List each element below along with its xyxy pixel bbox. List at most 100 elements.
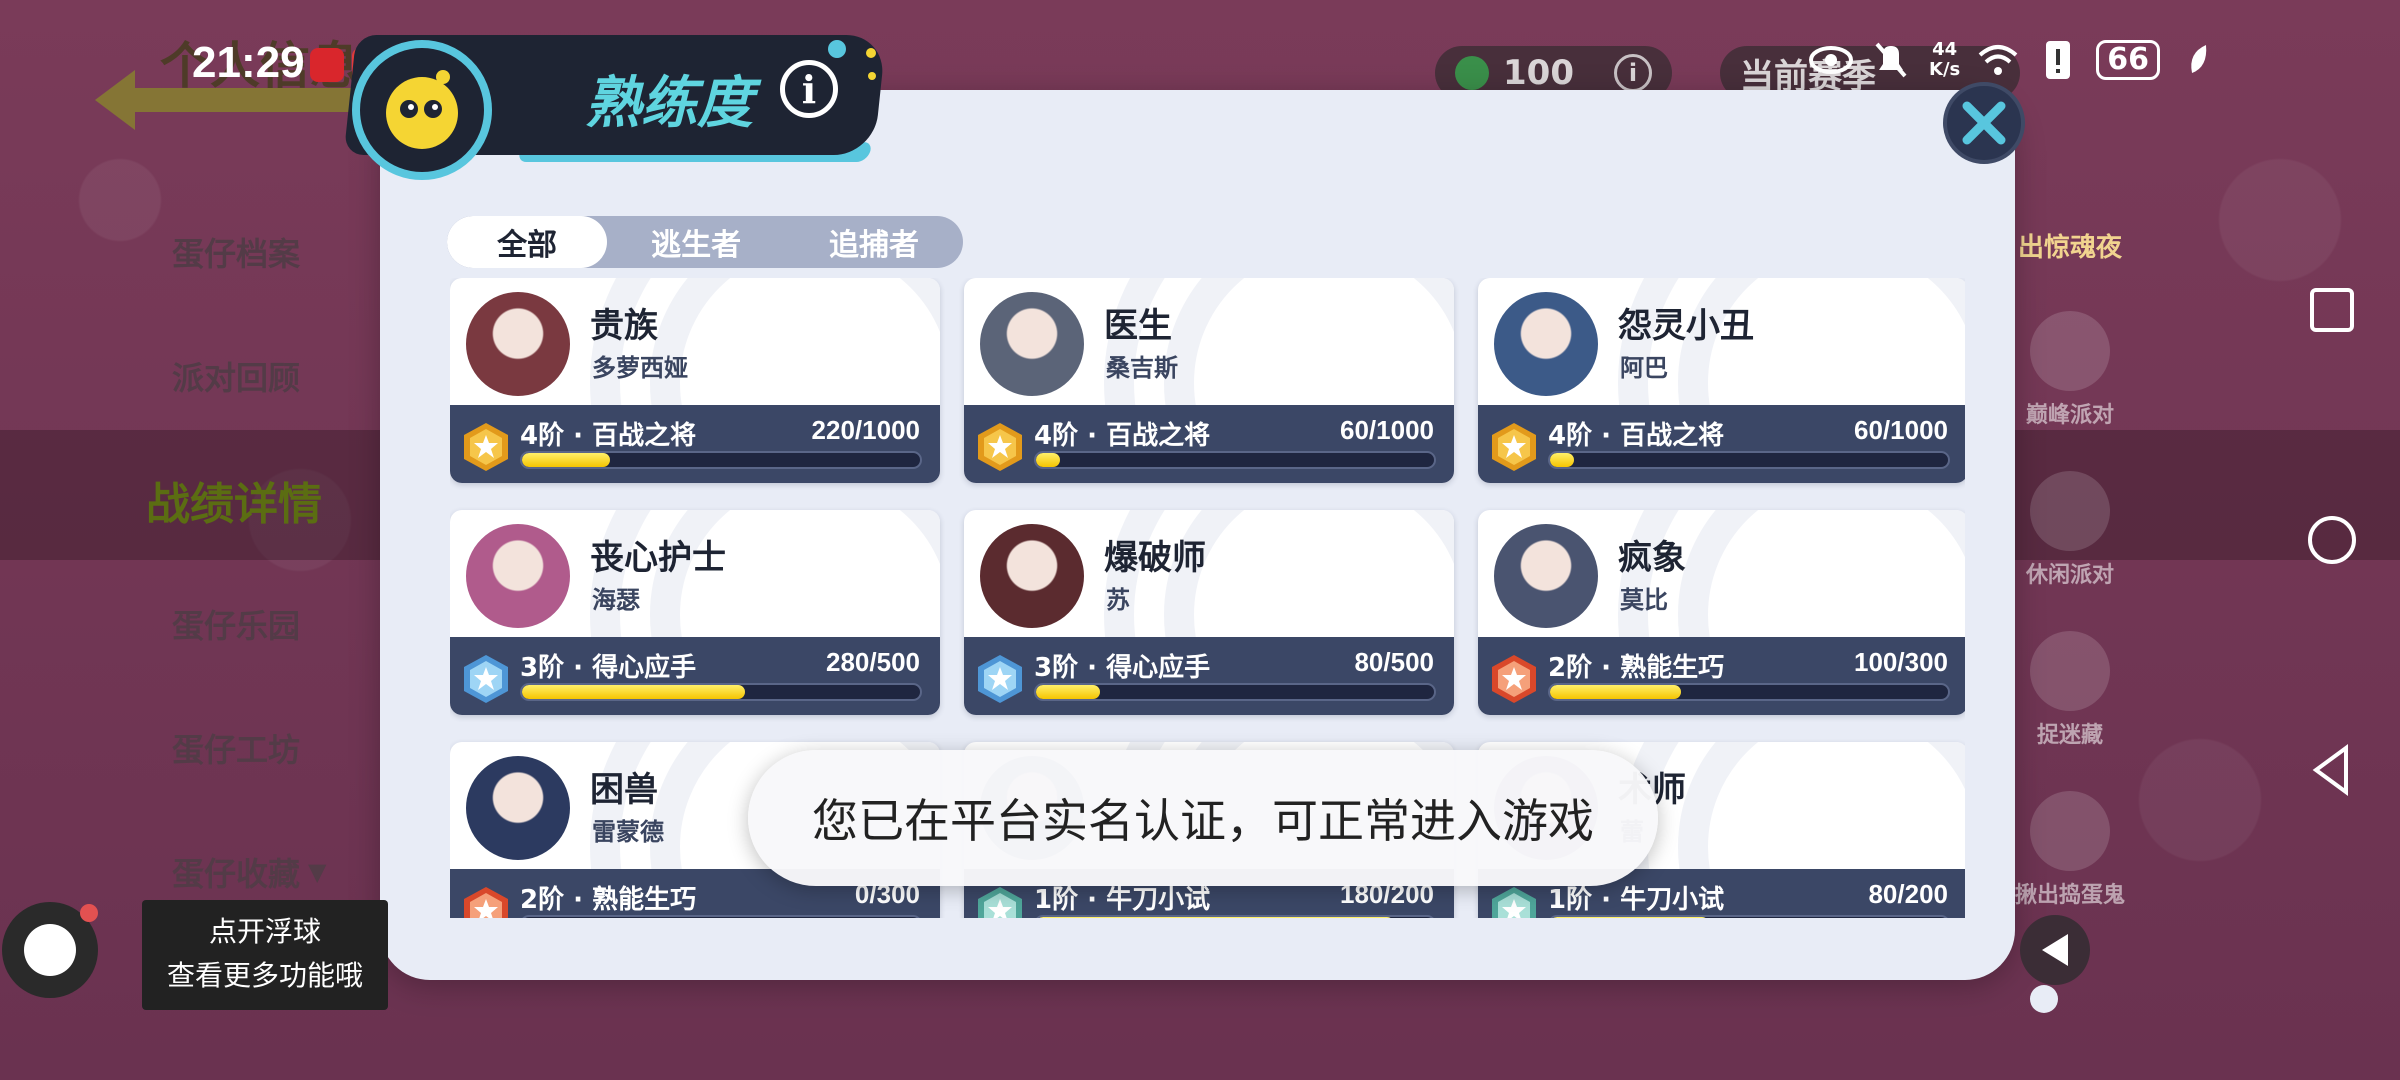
character-card[interactable]: 爆破师苏 3阶 · 得心应手 80/500: [964, 510, 1454, 715]
progress-value: 80/500: [1354, 647, 1434, 677]
tab-hunter[interactable]: 追捕者: [785, 216, 963, 268]
right-menu-item-hide-seek-label: 捉迷藏: [2036, 723, 2103, 748]
net-speed-value: 44: [1932, 39, 1958, 60]
decor-dot: [868, 72, 876, 80]
progress-value: 80/200: [1868, 879, 1948, 909]
role-filter-tabs: 全部 逃生者 追捕者: [447, 216, 963, 268]
info-icon[interactable]: i: [780, 60, 838, 118]
rank-label: 3阶 · 得心应手: [1034, 653, 1211, 683]
character-card[interactable]: 丧心护士 海瑟 3阶 · 得心应手 280/500: [450, 510, 940, 715]
side-collapse-button[interactable]: [2020, 915, 2090, 985]
left-menu-item-workshop[interactable]: 蛋仔工坊: [0, 686, 380, 810]
proficiency-logo-icon: [352, 40, 492, 180]
close-button[interactable]: [1943, 82, 2025, 164]
progress-track: [1548, 683, 1950, 701]
navigation-bar: [2280, 0, 2400, 1080]
rank-star-badge-icon: [1492, 423, 1536, 471]
character-avatar: [462, 520, 574, 632]
character-name: 疯象: [1618, 538, 1686, 578]
progress-track: [520, 451, 922, 469]
progress-fill: [1550, 685, 1682, 699]
progress-track: [1034, 683, 1436, 701]
rank-star-badge-icon: [978, 655, 1022, 703]
rank-star-badge-icon: [1492, 887, 1536, 918]
rank-star-badge-icon: [464, 887, 508, 918]
back-icon[interactable]: [2302, 740, 2362, 800]
floating-ball-icon: [24, 924, 76, 976]
progress-fill: [1036, 685, 1100, 699]
left-menu-item-profile[interactable]: 蛋仔档案: [0, 190, 380, 314]
rank-label: 3阶 · 得心应手: [520, 653, 697, 683]
character-player-name: 雷蒙德: [592, 818, 664, 846]
progress-value: 100/300: [1854, 647, 1948, 677]
character-avatar: [976, 288, 1088, 400]
character-card[interactable]: 医生 桑吉斯 4阶 · 百战之将 60/1000: [964, 278, 1454, 483]
right-menu-item-peak-label: 巅峰派对: [2025, 403, 2114, 428]
progress-fill: [1550, 453, 1574, 467]
home-icon[interactable]: [2302, 510, 2362, 570]
rank-label: 2阶 · 熟能生巧: [520, 885, 697, 915]
right-menu-item-night[interactable]: 出惊魂夜: [2010, 200, 2130, 290]
huawei-app-icon: [310, 48, 344, 82]
mute-bell-icon: [1869, 38, 1913, 82]
battery-indicator: 66: [2096, 40, 2160, 80]
character-player-name: 阿巴: [1620, 354, 1668, 382]
notification-dot: [80, 904, 98, 922]
left-menu-item-battle-record[interactable]: 战绩详情: [0, 438, 380, 562]
character-avatar: [1490, 288, 1602, 400]
right-menu-item-find-troublemaker[interactable]: 揪出捣蛋鬼: [2010, 770, 2130, 930]
tab-all[interactable]: 全部: [447, 216, 608, 268]
right-menu-item-casual-label: 休闲派对: [2025, 563, 2114, 588]
progress-track: [520, 915, 922, 918]
rank-label: 4阶 · 百战之将: [1548, 421, 1725, 451]
find-troublemaker-icon: [2030, 791, 2110, 871]
tab-escaper[interactable]: 逃生者: [607, 216, 785, 268]
character-name: 贵族: [590, 306, 658, 346]
peak-party-icon: [2030, 311, 2110, 391]
decor-dot: [828, 40, 846, 58]
floating-ball-tip-line: 查看更多功能哦: [166, 959, 363, 992]
right-menu-item-night-label: 出惊魂夜: [2017, 232, 2122, 263]
proficiency-bar-area: 3阶 · 得心应手 280/500: [450, 637, 940, 715]
progress-fill: [1036, 917, 1395, 918]
proficiency-bar-area: 4阶 · 百战之将 60/1000: [1478, 405, 1965, 483]
rank-star-badge-icon: [978, 423, 1022, 471]
progress-fill: [1550, 917, 1710, 918]
left-menu-item-party-review[interactable]: 派对回顾: [0, 314, 380, 438]
progress-track: [1034, 451, 1436, 469]
chevron-left-icon: [2042, 934, 2068, 966]
chevron-down-icon: ▼: [308, 858, 327, 886]
character-name: 爆破师: [1104, 538, 1206, 578]
right-menu-item-peak[interactable]: 巅峰派对: [2010, 290, 2130, 450]
left-menu: 蛋仔档案 派对回顾 战绩详情 蛋仔乐园 蛋仔工坊 蛋仔收藏 ▼: [0, 190, 380, 934]
decor-dot: [2030, 985, 2058, 1013]
right-menu-item-find-troublemaker-label: 揪出捣蛋鬼: [2014, 883, 2125, 908]
status-icons: 44 K/s 66: [1809, 38, 2220, 82]
eye-comfort-icon: [1809, 38, 1853, 82]
right-mode-menu: 出惊魂夜 巅峰派对 休闲派对 捉迷藏 揪出捣蛋鬼: [2010, 200, 2130, 930]
leaf-icon: [2176, 38, 2220, 82]
rank-star-badge-icon: [464, 655, 508, 703]
character-card[interactable]: 疯象 莫比 2阶 · 熟能生巧 100/300: [1478, 510, 1965, 715]
left-menu-item-paradise[interactable]: 蛋仔乐园: [0, 562, 380, 686]
character-avatar: [462, 288, 574, 400]
proficiency-bar-area: 2阶 · 熟能生巧 100/300: [1478, 637, 1965, 715]
character-card[interactable]: 怨灵小丑 阿巴 4阶 · 百战之将 60/1000: [1478, 278, 1965, 483]
character-player-name: 海瑟: [592, 586, 640, 614]
right-menu-item-casual[interactable]: 休闲派对: [2010, 450, 2130, 610]
floating-ball-tip: 点开浮球 查看更多功能哦: [142, 900, 388, 1010]
progress-value: 280/500: [826, 647, 920, 677]
proficiency-bar-area: 3阶 · 得心应手 80/500: [964, 637, 1454, 715]
progress-value: 60/1000: [1854, 415, 1948, 445]
character-avatar: [976, 520, 1088, 632]
character-avatar: [462, 752, 574, 864]
progress-fill: [1036, 453, 1060, 467]
proficiency-bar-area: 4阶 · 百战之将 220/1000: [450, 405, 940, 483]
recent-apps-icon[interactable]: [2302, 280, 2362, 340]
character-player-name: 多萝西娅: [592, 354, 688, 382]
right-menu-item-hide-seek[interactable]: 捉迷藏: [2010, 610, 2130, 770]
progress-track: [1034, 915, 1436, 918]
character-card[interactable]: 贵族多萝西娅 4阶 · 百战之将 220/1000: [450, 278, 940, 483]
character-name: 医生: [1104, 306, 1172, 346]
decor-dot: [866, 48, 876, 58]
